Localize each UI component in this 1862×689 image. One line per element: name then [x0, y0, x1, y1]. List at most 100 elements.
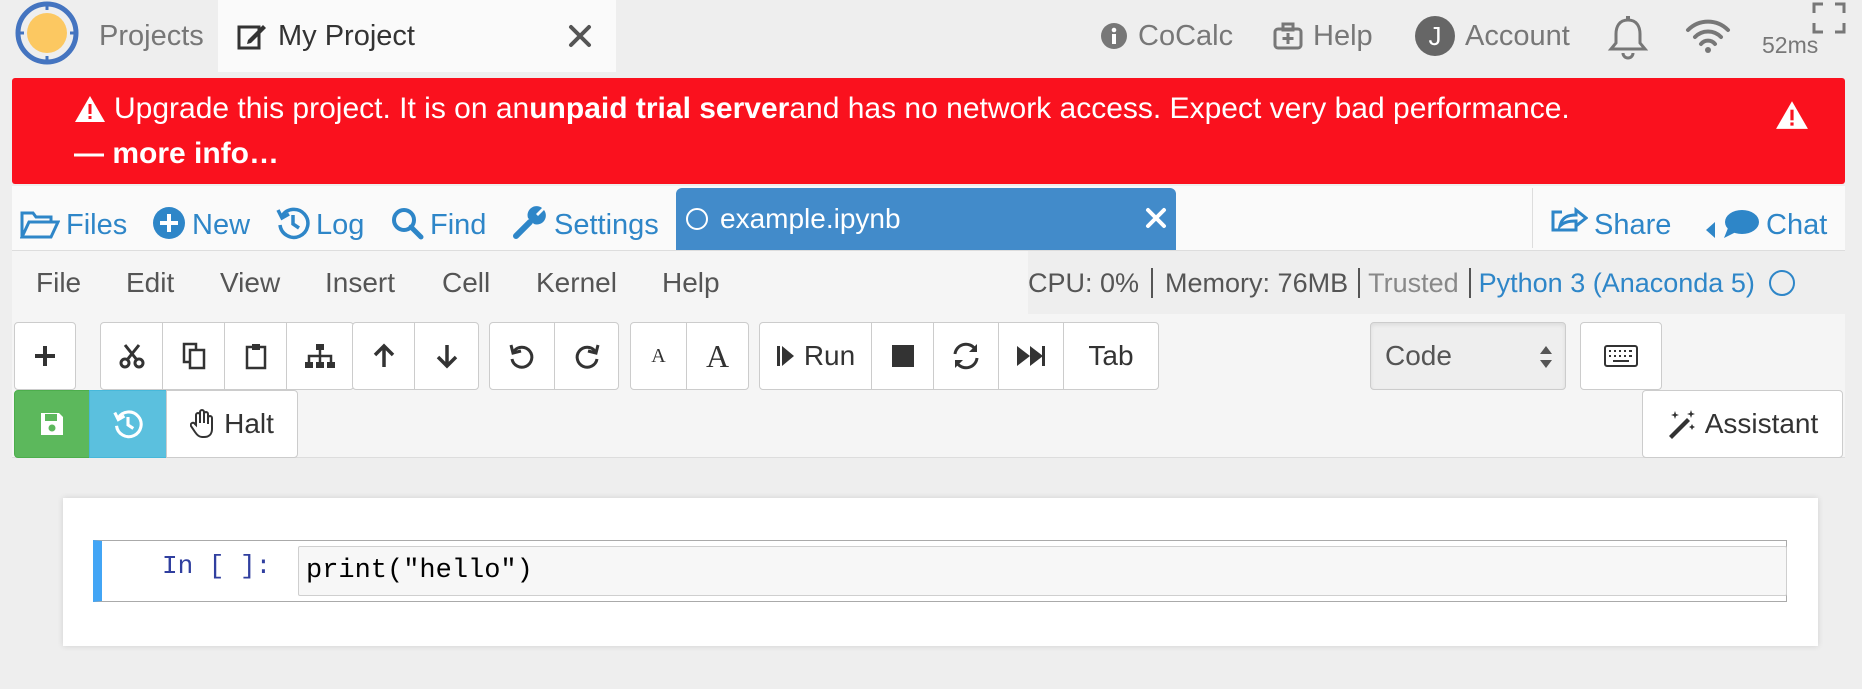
nav-chat[interactable]: Chat: [1704, 186, 1827, 250]
keyboard-icon: [1604, 345, 1638, 367]
save-icon: [41, 413, 63, 435]
status-divider: [1358, 268, 1361, 298]
banner-text-2: and has no network access. Expect very b…: [789, 92, 1570, 125]
move-down-button[interactable]: [414, 322, 479, 390]
file-tab-label: example.ipynb: [720, 203, 901, 234]
keyboard-shortcuts-button[interactable]: [1580, 322, 1662, 390]
medkit-icon: [1273, 22, 1303, 50]
notebook-toolbar: A A Run Tab Code Halt Assistant: [12, 314, 1845, 458]
share-icon: [1551, 206, 1588, 232]
run-all-button[interactable]: [998, 322, 1064, 390]
cut-button[interactable]: [100, 322, 163, 390]
nav-settings-label: Settings: [554, 209, 659, 241]
wrench-icon: [513, 206, 546, 239]
cell-prompt: In [ ]:: [162, 551, 272, 581]
tab-current-project[interactable]: My Project: [218, 0, 616, 72]
avatar: J: [1415, 16, 1455, 56]
font-increase-button[interactable]: A: [686, 322, 749, 390]
cpu-usage: CPU: 0%: [1028, 267, 1140, 298]
fast-forward-icon: [1017, 346, 1045, 366]
move-up-button[interactable]: [352, 322, 415, 390]
redo-button[interactable]: [554, 322, 619, 390]
account-label: Account: [1465, 19, 1570, 52]
menu-view[interactable]: View: [220, 251, 280, 315]
stop-icon: [891, 345, 914, 367]
wifi-icon: [1686, 19, 1730, 53]
kernel-name[interactable]: Python 3 (Anaconda 5): [1479, 268, 1755, 299]
undo-button[interactable]: [489, 322, 555, 390]
kernel-idle-icon: [1768, 270, 1795, 296]
nav-files[interactable]: Files: [20, 186, 127, 250]
restart-kernel-button[interactable]: [933, 322, 999, 390]
jupyter-icon: [686, 208, 708, 230]
trusted-indicator[interactable]: Trusted: [1368, 268, 1459, 299]
halt-button[interactable]: Halt: [166, 390, 298, 458]
plus-circle-icon: [153, 207, 185, 239]
split-merge-button[interactable]: [286, 322, 354, 390]
cocalc-logo-icon[interactable]: [14, 0, 82, 68]
redo-icon: [575, 344, 599, 369]
nav-new-label: New: [192, 209, 251, 241]
nav-divider: [1532, 188, 1533, 248]
fullscreen-icon[interactable]: [1812, 2, 1846, 34]
cell-type-select[interactable]: Code: [1370, 322, 1566, 390]
search-icon: [392, 208, 424, 240]
close-icon[interactable]: [566, 22, 594, 50]
nav-share[interactable]: Share: [1550, 186, 1671, 250]
warning-icon: [75, 96, 105, 122]
warning-icon: [1776, 101, 1808, 129]
kernel-status-bar: CPU: 0% Memory: 76MB Trusted Python 3 (A…: [1028, 251, 1845, 315]
tab-completion-button[interactable]: Tab: [1063, 322, 1159, 390]
code-cell[interactable]: In [ ]: print("hello"): [93, 540, 1787, 602]
menu-insert[interactable]: Insert: [325, 251, 395, 315]
run-label: Run: [803, 340, 856, 371]
nav-log[interactable]: Log: [276, 186, 364, 250]
copy-icon: [182, 342, 205, 370]
nav-find-label: Find: [430, 209, 487, 241]
interrupt-button[interactable]: [871, 322, 934, 390]
insert-cell-button[interactable]: [14, 322, 76, 390]
nav-find[interactable]: Find: [390, 186, 486, 250]
magic-wand-icon: [1668, 410, 1695, 439]
help-link[interactable]: Help: [1273, 0, 1373, 72]
menu-kernel[interactable]: Kernel: [536, 251, 617, 315]
nav-files-label: Files: [66, 209, 128, 241]
cocalc-label: CoCalc: [1138, 19, 1234, 52]
project-nav: Files New Log Find Settings example.ipyn…: [12, 186, 1845, 250]
menu-help[interactable]: Help: [662, 251, 720, 315]
tab-projects[interactable]: Projects: [82, 0, 216, 72]
menu-cell[interactable]: Cell: [442, 251, 490, 315]
refresh-icon: [953, 342, 979, 370]
bell-icon[interactable]: [1607, 16, 1649, 60]
save-button[interactable]: [14, 390, 90, 458]
account-link[interactable]: J Account: [1415, 0, 1570, 72]
notebook-area: In [ ]: print("hello"): [12, 459, 1845, 689]
help-label: Help: [1313, 19, 1373, 52]
code-cell-input[interactable]: print("hello"): [298, 546, 1787, 596]
history-icon: [113, 410, 143, 439]
hand-stop-icon: [190, 409, 214, 438]
copy-button[interactable]: [162, 322, 225, 390]
paste-button[interactable]: [224, 322, 287, 390]
cocalc-link[interactable]: CoCalc: [1100, 0, 1233, 72]
nav-new[interactable]: New: [152, 186, 250, 250]
scissors-icon: [119, 344, 144, 369]
more-info-link[interactable]: — more info…: [74, 137, 279, 171]
nav-settings[interactable]: Settings: [512, 186, 659, 250]
font-decrease-button[interactable]: A: [630, 322, 687, 390]
memory-usage: Memory: 76MB: [1165, 267, 1349, 298]
tab-file-example-ipynb[interactable]: example.ipynb: [676, 188, 1176, 250]
select-arrows-icon: [1540, 346, 1552, 368]
menu-file[interactable]: File: [36, 251, 81, 315]
notebook-page: In [ ]: print("hello"): [63, 498, 1818, 646]
sitemap-icon: [305, 344, 335, 368]
clipboard-icon: [245, 344, 266, 370]
close-icon[interactable]: [1144, 206, 1168, 230]
timetravel-button[interactable]: [89, 390, 167, 458]
assistant-button[interactable]: Assistant: [1642, 390, 1843, 458]
plus-icon: [35, 346, 55, 366]
top-bar: Projects My Project CoCalc Help J Accoun…: [0, 0, 1862, 72]
status-divider: [1468, 268, 1471, 298]
run-button[interactable]: Run: [759, 322, 872, 390]
menu-edit[interactable]: Edit: [126, 251, 174, 315]
